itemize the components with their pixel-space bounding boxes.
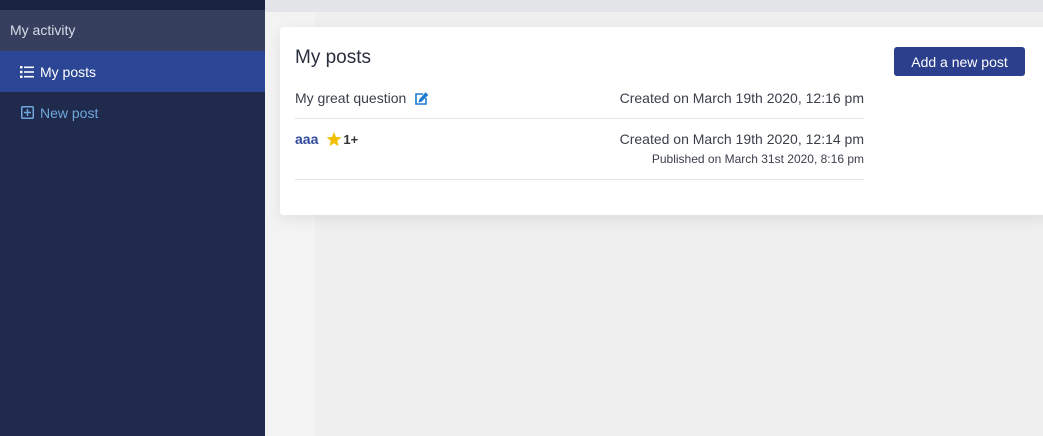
post-title[interactable]: My great question — [295, 90, 406, 106]
sidebar: My activity My posts New post — [0, 0, 265, 436]
list-item: My great question Created on March 19th … — [295, 87, 864, 119]
sidebar-section-header: My activity — [0, 10, 265, 51]
sidebar-item-my-posts[interactable]: My posts — [0, 51, 265, 92]
list-icon — [20, 65, 34, 79]
sidebar-item-new-post[interactable]: New post — [0, 92, 265, 133]
post-published-date: Published on March 31st 2020, 8:16 pm — [651, 152, 864, 166]
top-header-band — [265, 0, 1043, 12]
page-title: My posts — [295, 47, 372, 68]
plus-square-icon — [20, 106, 34, 120]
post-title-link[interactable]: aaa — [295, 131, 318, 147]
star-count: 1+ — [343, 131, 359, 147]
post-created-date: Created on March 19th 2020, 12:14 pm — [619, 131, 864, 147]
edit-icon[interactable] — [414, 91, 430, 106]
post-title-row: aaa 1+ — [295, 131, 358, 147]
post-title-row: My great question — [295, 90, 430, 106]
add-new-post-button[interactable]: Add a new post — [894, 47, 1025, 76]
sidebar-item-label: My posts — [40, 63, 97, 80]
star-icon — [326, 131, 342, 147]
list-item: aaa 1+ Created on March 19th 2020, 12:14… — [295, 119, 864, 180]
post-created-date: Created on March 19th 2020, 12:16 pm — [619, 90, 864, 106]
posts-card: My posts Add a new post My great questio… — [280, 27, 1043, 215]
sidebar-item-label: New post — [40, 104, 99, 121]
sidebar-topbar — [0, 0, 265, 10]
